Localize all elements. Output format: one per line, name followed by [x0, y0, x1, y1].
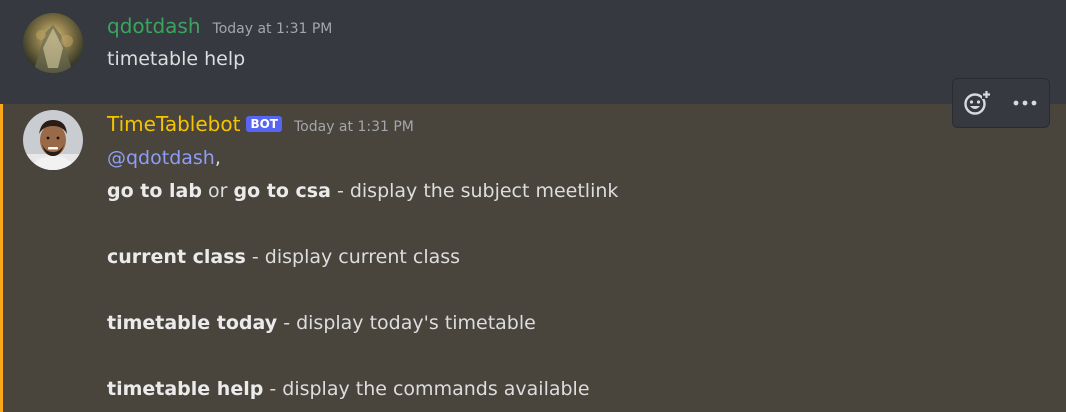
command-description: - display today's timetable: [277, 312, 536, 334]
timestamp: Today at 1:31 PM: [212, 21, 333, 37]
message-item: qdotdash Today at 1:31 PM timetable help: [0, 0, 1066, 104]
message-text: timetable help: [107, 48, 246, 70]
more-options-button[interactable]: [1005, 83, 1045, 123]
mention-suffix: ,: [214, 147, 221, 169]
command-name: go to lab: [107, 180, 202, 202]
message-header: TimeTablebot BOT Today at 1:31 PM: [107, 112, 414, 136]
message-content: timetable help: [107, 43, 245, 76]
avatar[interactable]: [23, 13, 83, 73]
command-line: timetable help - display the commands av…: [107, 373, 618, 406]
username[interactable]: TimeTablebot: [107, 112, 240, 136]
command-description: - display current class: [245, 246, 461, 268]
more-options-icon: [1013, 100, 1037, 106]
command-line: timetable today - display today's timeta…: [107, 307, 618, 340]
command-line: current class - display current class: [107, 241, 618, 274]
avatar[interactable]: [23, 110, 83, 170]
message-item-highlighted: TimeTablebot BOT Today at 1:31 PM @qdotd…: [0, 104, 1066, 412]
command-description: - display the commands available: [263, 378, 590, 400]
mention-line: @qdotdash,: [107, 142, 618, 175]
command-name: current class: [107, 246, 246, 268]
user-mention[interactable]: @qdotdash: [107, 147, 215, 169]
command-name: go to csa: [233, 180, 331, 202]
message-content: @qdotdash, go to lab or go to csa - disp…: [107, 142, 618, 406]
username[interactable]: qdotdash: [107, 14, 201, 38]
command-line: go to lab or go to csa - display the sub…: [107, 175, 618, 208]
bot-tag-badge: BOT: [246, 116, 282, 132]
conjunction-text: or: [201, 180, 234, 202]
chat-area: qdotdash Today at 1:31 PM timetable help…: [0, 0, 1066, 412]
message-hover-toolbar: [952, 78, 1050, 128]
add-reaction-icon: [964, 90, 991, 115]
add-reaction-button[interactable]: [957, 83, 997, 123]
command-name: timetable today: [107, 312, 278, 334]
message-header: qdotdash Today at 1:31 PM: [107, 14, 332, 38]
command-name: timetable help: [107, 378, 264, 400]
command-description: - display the subject meetlink: [330, 180, 619, 202]
timestamp: Today at 1:31 PM: [293, 119, 414, 135]
